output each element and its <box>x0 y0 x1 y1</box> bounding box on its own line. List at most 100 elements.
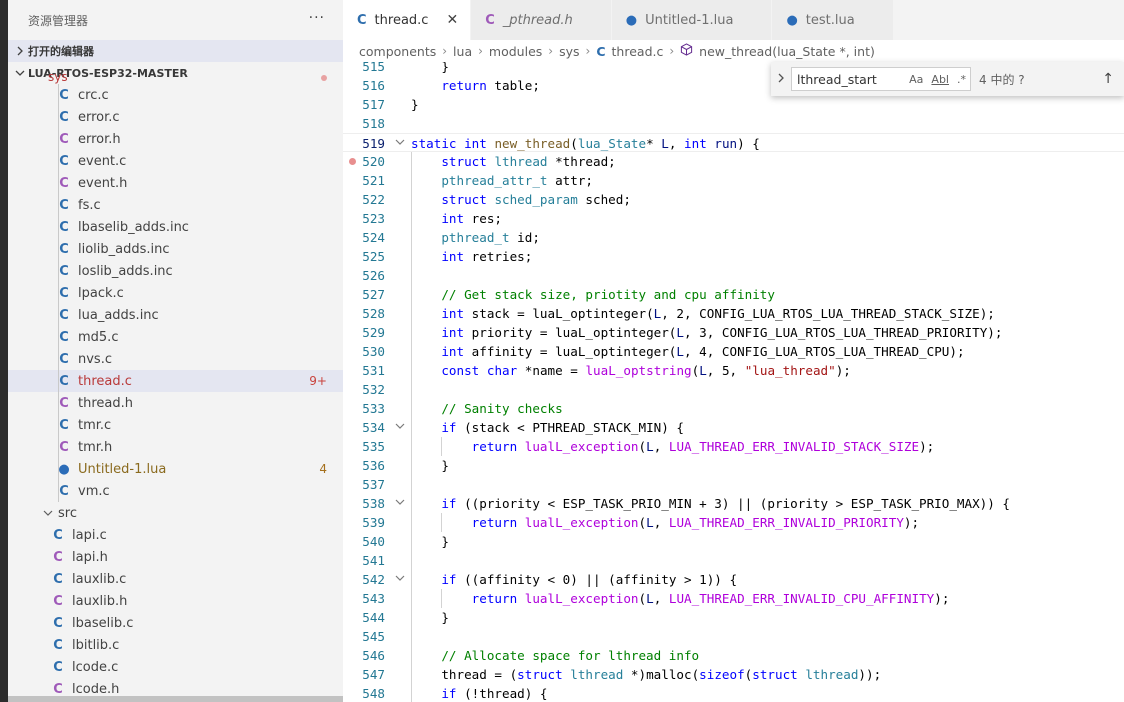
tab-label: Untitled-1.lua <box>645 12 734 28</box>
explorer-header: 资源管理器 ··· <box>8 0 343 40</box>
file-name: Untitled-1.lua <box>78 461 167 477</box>
code-line: 527 // Get stack size, priotity and cpu … <box>343 285 1124 304</box>
file-name: tmr.h <box>78 439 113 455</box>
line-number: 516 <box>362 78 385 93</box>
code-line: 531 const char *name = luaL_optstring(L,… <box>343 361 1124 380</box>
breadcrumb-item[interactable]: lua <box>453 44 472 59</box>
code-line: 524 pthread_t id; <box>343 228 1124 247</box>
modified-dot <box>321 75 327 81</box>
file-name: lbaselib.c <box>72 615 134 631</box>
c-file-icon: C <box>53 571 63 587</box>
code-text: struct sched_param sched; <box>441 192 631 207</box>
fold-chevron-icon[interactable] <box>395 570 405 589</box>
code-line: 548 if (!thread) { <box>343 684 1124 702</box>
code-line: 519 static int new_thread(lua_State* L, i… <box>343 133 1124 152</box>
code-text: int priority = luaL_optinteger(L, 3, CON… <box>441 325 1003 340</box>
file-tree-item[interactable]: Clbaselib.c <box>8 612 343 634</box>
line-number: 542 <box>362 572 385 587</box>
match-whole-word-icon[interactable]: Abl <box>931 73 949 86</box>
fold-chevron-icon[interactable] <box>395 494 405 513</box>
more-actions-icon[interactable]: ··· <box>309 10 325 26</box>
file-tree-item[interactable]: Clapi.c <box>8 524 343 546</box>
tab-untitled-1-lua[interactable]: ● Untitled-1.lua <box>611 0 773 40</box>
code-text: return table; <box>441 78 540 93</box>
breadcrumb-item[interactable]: components <box>359 44 436 59</box>
file-tree-item[interactable]: Clauxlib.c <box>8 568 343 590</box>
activity-bar <box>0 0 8 702</box>
folder-sys[interactable]: sys <box>8 72 343 84</box>
line-number: 541 <box>362 553 385 568</box>
file-name: vm.c <box>78 483 110 499</box>
code-line: 539 return lualL_exception(L, LUA_THREAD… <box>343 513 1124 532</box>
c-header-file-icon: C <box>53 681 63 697</box>
fold-chevron-icon[interactable] <box>395 134 405 153</box>
file-tree-item[interactable]: Clapi.h <box>8 546 343 568</box>
file-tree-item[interactable]: Clcode.c <box>8 656 343 678</box>
indent-guide <box>441 589 443 608</box>
fold-chevron-icon[interactable] <box>395 418 405 437</box>
file-name: thread.h <box>78 395 133 411</box>
file-name: lua_adds.inc <box>78 307 159 323</box>
line-number: 537 <box>362 477 385 492</box>
code-line: 521 pthread_attr_t attr; <box>343 171 1124 190</box>
tab-thread-c[interactable]: Cthread.c ✕ <box>343 0 472 40</box>
code-line: 528 int stack = luaL_optinteger(L, 2, CO… <box>343 304 1124 323</box>
line-number: 529 <box>362 325 385 340</box>
code-line: 538 if ((priority < ESP_TASK_PRIO_MIN + … <box>343 494 1124 513</box>
code-line: 520 struct lthread *thread; <box>343 152 1124 171</box>
code-text: pthread_attr_t attr; <box>441 173 593 188</box>
c-header-file-icon: C <box>53 593 63 609</box>
chevron-right-icon: › <box>478 44 483 58</box>
line-number: 520 <box>362 154 385 169</box>
file-name: lauxlib.c <box>72 571 127 587</box>
breadcrumb-item[interactable]: modules <box>489 44 542 59</box>
line-number: 536 <box>362 458 385 473</box>
code-line: 518 <box>343 114 1124 133</box>
lua-file-icon: ● <box>786 12 798 28</box>
code-line: 540 } <box>343 532 1124 551</box>
problem-count-badge: 4 <box>319 462 327 476</box>
folder-src[interactable]: src <box>8 502 343 524</box>
file-tree-item[interactable]: Clauxlib.h <box>8 590 343 612</box>
close-icon[interactable]: ✕ <box>446 12 458 28</box>
line-number: 530 <box>362 344 385 359</box>
file-tree-item[interactable]: Clbitlib.c <box>8 634 343 656</box>
tab--pthread-h[interactable]: C _pthread.h <box>471 0 612 40</box>
code-line: 547 thread = (struct lthread *)malloc(si… <box>343 665 1124 684</box>
breadcrumb-symbol[interactable]: new_thread(lua_State *, int) <box>699 44 875 59</box>
code-text: } <box>411 458 449 473</box>
code-line: 541 <box>343 551 1124 570</box>
code-line: 543 return lualL_exception(L, LUA_THREAD… <box>343 589 1124 608</box>
indent-guide <box>441 437 443 456</box>
file-tree: sys Ccrc.c Cerror.c Cerror.h Cevent.c Cevent.… <box>8 72 343 702</box>
breadcrumb: components › lua › modules › sys › Cthread.c › new… <box>343 40 1124 62</box>
problem-count-badge: 9+ <box>309 374 327 388</box>
code-text: return lualL_exception(L, LUA_THREAD_ERR… <box>471 515 920 530</box>
code-line: 535 return lualL_exception(L, LUA_THREAD… <box>343 437 1124 456</box>
explorer-sidebar: 资源管理器 ··· 打开的编辑器 LUA-RTOS-ESP32-MASTER s… <box>8 0 343 702</box>
code-text: if (stack < PTHREAD_STACK_MIN) { <box>441 420 684 435</box>
code-line: 525 int retries; <box>343 247 1124 266</box>
line-number: 524 <box>362 230 385 245</box>
sidebar-horizontal-scrollbar[interactable] <box>8 696 343 702</box>
code-editor[interactable]: 515 } 516 return table; 517} 518 519 static i… <box>343 62 1124 702</box>
breadcrumb-item[interactable]: sys <box>559 44 579 59</box>
file-name: loslib_adds.inc <box>78 263 173 279</box>
breadcrumb-file[interactable]: thread.c <box>612 44 664 59</box>
line-number: 534 <box>362 420 385 435</box>
line-number: 525 <box>362 249 385 264</box>
code-line: 522 struct sched_param sched; <box>343 190 1124 209</box>
c-file-icon: C <box>485 12 495 28</box>
open-editors-section[interactable]: 打开的编辑器 <box>8 40 343 62</box>
tab-test-lua[interactable]: ● test.lua <box>772 0 894 40</box>
file-name: lapi.h <box>72 549 108 565</box>
previous-match-arrow-up-icon[interactable]: ↑ <box>1102 71 1114 87</box>
code-text: int stack = luaL_optinteger(L, 2, CONFIG… <box>441 306 995 321</box>
find-input[interactable]: lthread_start Aa Abl .* <box>791 67 971 91</box>
match-case-icon[interactable]: Aa <box>909 73 923 86</box>
c-file-icon: C <box>53 659 63 675</box>
code-text: static int new_thread(lua_State* L, int … <box>411 136 760 151</box>
use-regex-icon[interactable]: .* <box>957 73 966 86</box>
line-number: 521 <box>362 173 385 188</box>
toggle-replace-chevron-icon[interactable] <box>771 72 791 86</box>
